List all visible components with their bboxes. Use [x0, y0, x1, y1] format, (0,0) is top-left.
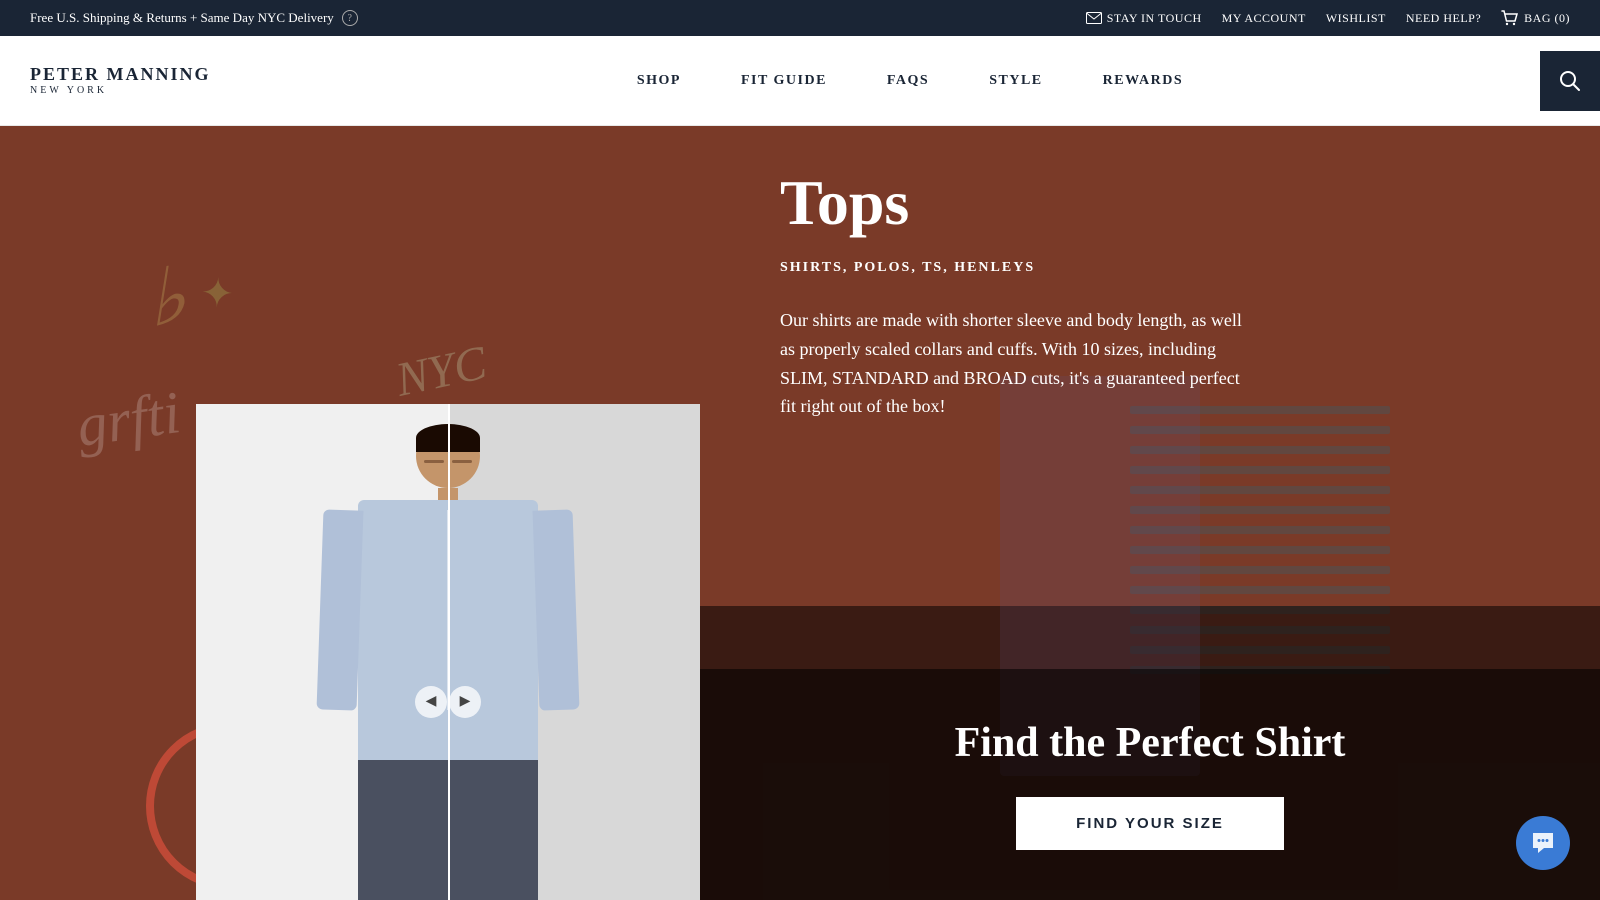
logo[interactable]: PETER MANNING NEW YORK	[30, 65, 250, 96]
main-header: PETER MANNING NEW YORK SHOP FIT GUIDE FA…	[0, 36, 1600, 126]
hero-title: Tops	[780, 166, 1520, 240]
slider-next-button[interactable]: ▶	[449, 686, 481, 718]
svg-text:✦: ✦	[200, 270, 236, 317]
nav-item-style[interactable]: STYLE	[989, 73, 1042, 89]
mail-icon	[1086, 12, 1102, 24]
announcement-text: Free U.S. Shipping & Returns + Same Day …	[30, 10, 334, 26]
nav-item-fit-guide[interactable]: FIT GUIDE	[741, 73, 827, 89]
announcement-right: STAY IN TOUCH MY ACCOUNT WISHLIST NEED H…	[1086, 10, 1570, 26]
search-button[interactable]	[1540, 51, 1600, 111]
my-account-link[interactable]: MY ACCOUNT	[1222, 11, 1306, 26]
nav-item-faqs[interactable]: FAQS	[887, 73, 929, 89]
logo-line1: PETER MANNING	[30, 65, 211, 85]
search-icon	[1559, 70, 1581, 92]
main-nav: SHOP FIT GUIDE FAQS STYLE REWARDS	[250, 73, 1570, 89]
hero-text-top: Tops SHIRTS, POLOS, TS, HENLEYS Our shir…	[700, 126, 1600, 669]
announcement-left: Free U.S. Shipping & Returns + Same Day …	[30, 10, 358, 26]
hero-description: Our shirts are made with shorter sleeve …	[780, 306, 1260, 421]
slider-prev-button[interactable]: ◀	[415, 686, 447, 718]
nav-item-shop[interactable]: SHOP	[637, 73, 681, 89]
logo-line2: NEW YORK	[30, 85, 107, 96]
find-your-size-button[interactable]: FIND YOUR SIZE	[1016, 797, 1284, 850]
cart-icon	[1501, 10, 1519, 26]
panel-divider	[448, 404, 450, 900]
need-help-link[interactable]: NEED HELP?	[1406, 11, 1481, 26]
announcement-bar: Free U.S. Shipping & Returns + Same Day …	[0, 0, 1600, 36]
hero-cta-title: Find the Perfect Shirt	[955, 719, 1346, 767]
slider-control[interactable]: ◀ ▶	[415, 686, 481, 718]
wishlist-link[interactable]: WISHLIST	[1326, 11, 1386, 26]
chat-icon	[1530, 830, 1556, 856]
nav-item-rewards[interactable]: REWARDS	[1103, 73, 1184, 89]
product-comparison-panel: ◀ ▶	[196, 404, 700, 900]
stay-in-touch-link[interactable]: STAY IN TOUCH	[1086, 11, 1202, 26]
hero-subtitle: SHIRTS, POLOS, TS, HENLEYS	[780, 260, 1520, 276]
hero-cta-area: Find the Perfect Shirt FIND YOUR SIZE	[700, 669, 1600, 900]
hero-text-area: Tops SHIRTS, POLOS, TS, HENLEYS Our shir…	[700, 126, 1600, 900]
bag-link[interactable]: BAG (0)	[1501, 10, 1570, 26]
help-circle-icon[interactable]: ?	[342, 10, 358, 26]
hero-section: ♭ grfti ✦ NYC	[0, 126, 1600, 900]
chat-button[interactable]	[1516, 816, 1570, 870]
